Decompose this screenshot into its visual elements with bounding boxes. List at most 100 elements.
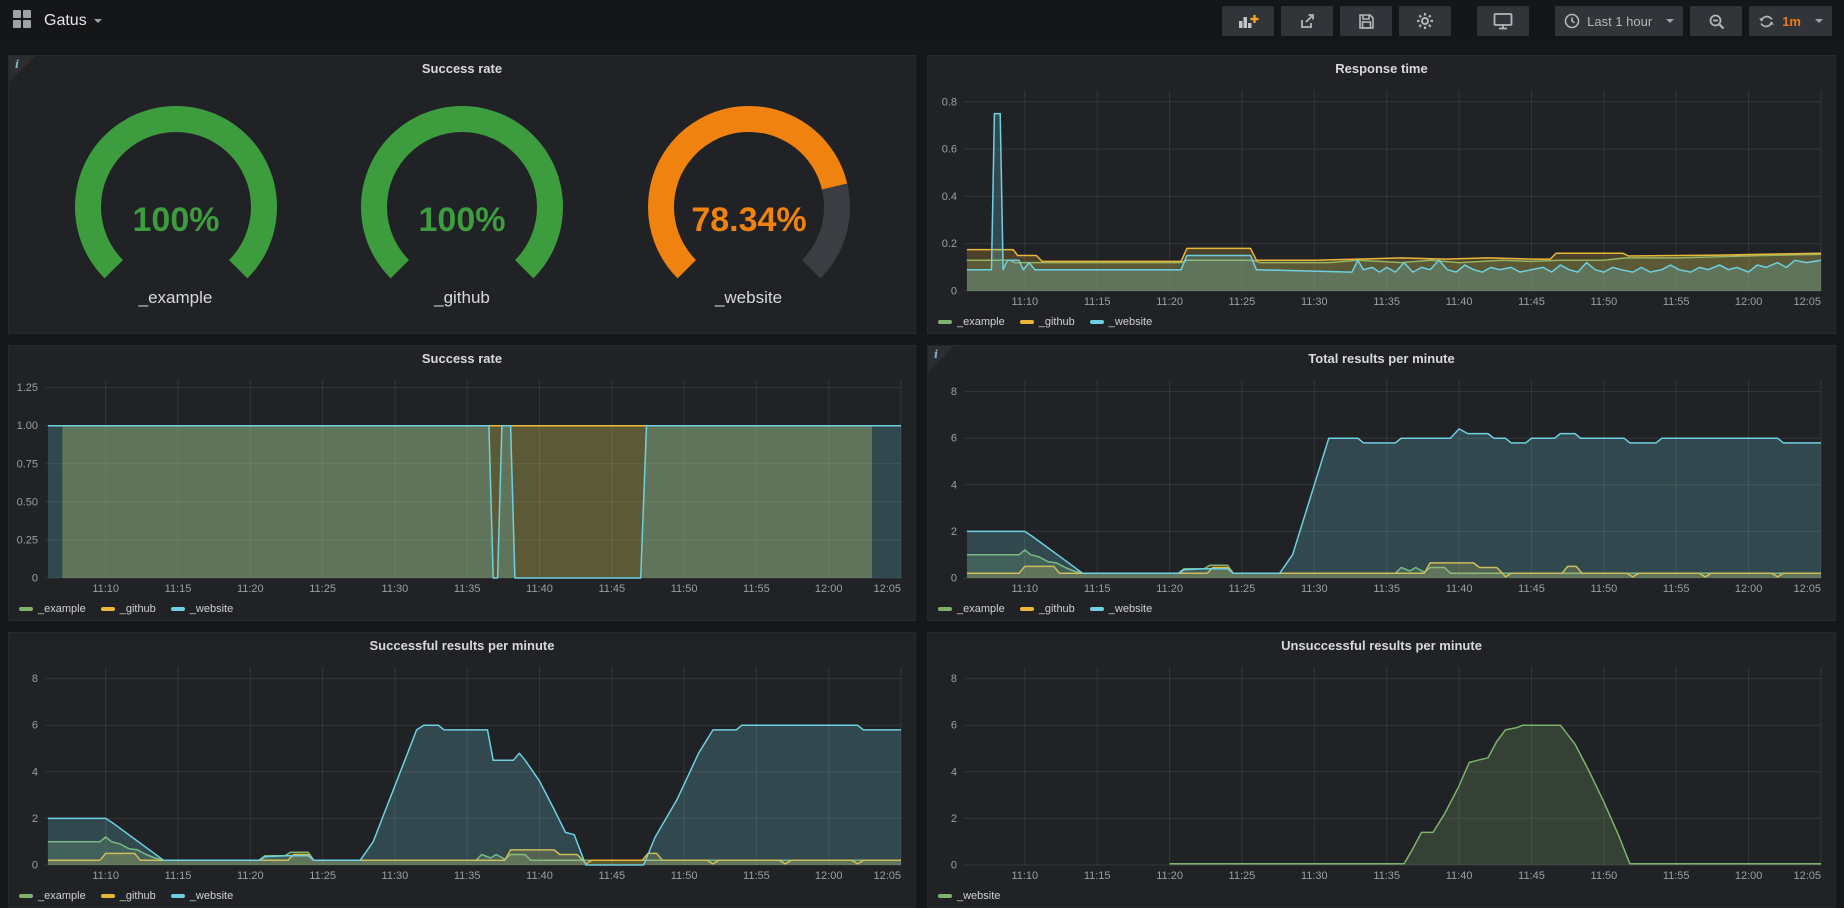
svg-text:11:30: 11:30 [382,583,409,595]
legend-label: _website [190,890,233,902]
panel-success-rate-gauges: i Success rate 100% _example 100% _githu… [8,55,916,334]
svg-text:11:15: 11:15 [165,583,192,595]
chart-canvas[interactable]: 0246811:1011:1511:2011:2511:3011:3511:40… [928,372,1835,598]
svg-text:11:30: 11:30 [382,870,409,882]
svg-text:11:45: 11:45 [598,583,625,595]
legend-item[interactable]: _example [19,603,86,615]
svg-text:11:15: 11:15 [1084,296,1111,308]
legend-item[interactable]: _github [101,603,156,615]
legend-item[interactable]: _github [1020,316,1075,328]
chart-canvas[interactable]: 00.250.500.751.001.2511:1011:1511:2011:2… [9,372,915,598]
legend-label: _website [957,890,1000,902]
refresh-interval-label: 1m [1782,14,1801,29]
successful-results-chart[interactable]: 0246811:1011:1511:2011:2511:3011:3511:40… [9,659,915,885]
legend-label: _example [38,890,86,902]
svg-text:11:40: 11:40 [526,583,553,595]
legend: _example _github _website [928,311,1835,333]
legend-swatch [1020,320,1034,324]
gauge-label: _example [139,288,213,308]
chevron-down-icon [94,19,102,23]
svg-text:0.25: 0.25 [17,534,38,546]
svg-text:0: 0 [951,860,957,872]
svg-text:100%: 100% [132,201,219,239]
monitor-icon [1493,12,1513,30]
legend: _website [928,885,1835,907]
legend-item[interactable]: _website [1090,316,1152,328]
svg-text:8: 8 [951,386,957,398]
svg-text:8: 8 [32,673,38,685]
svg-text:11:50: 11:50 [671,583,698,595]
svg-text:11:50: 11:50 [1591,583,1618,595]
success-rate-chart[interactable]: 00.250.500.751.001.2511:1011:1511:2011:2… [9,372,915,598]
legend: _example _github _website [9,885,915,907]
legend: _example _github _website [9,598,915,620]
svg-text:11:15: 11:15 [1084,583,1111,595]
unsuccessful-results-chart[interactable]: 0246811:1011:1511:2011:2511:3011:3511:40… [928,659,1835,885]
dashboards-grid-icon[interactable] [12,9,32,34]
legend-label: _example [957,603,1005,615]
settings-button[interactable] [1399,6,1451,36]
legend-item[interactable]: _example [938,603,1005,615]
legend-item[interactable]: _github [101,890,156,902]
svg-text:4: 4 [951,479,957,491]
panel-info-corner[interactable] [9,56,35,82]
svg-text:8: 8 [951,673,957,685]
legend-swatch [1090,607,1104,611]
svg-text:11:45: 11:45 [598,870,625,882]
svg-text:100%: 100% [419,201,506,239]
panel-title[interactable]: Successful results per minute [9,633,915,659]
svg-text:11:20: 11:20 [1156,296,1183,308]
add-panel-icon [1237,12,1259,30]
svg-text:0.50: 0.50 [17,496,38,508]
panel-successful-results: Successful results per minute 0246811:10… [8,632,916,908]
tv-mode-button[interactable] [1477,6,1529,36]
chart-canvas[interactable]: 0246811:1011:1511:2011:2511:3011:3511:40… [9,659,915,885]
dashboard-title-dropdown[interactable]: Gatus [44,12,102,30]
legend-swatch [19,607,33,611]
legend-item[interactable]: _website [938,890,1000,902]
svg-text:0: 0 [32,860,38,872]
gauge-arc: 100% [342,103,582,290]
share-button[interactable] [1281,6,1333,36]
panel-title[interactable]: Unsuccessful results per minute [928,633,1835,659]
svg-text:11:45: 11:45 [1518,870,1545,882]
svg-text:11:10: 11:10 [1011,583,1038,595]
svg-text:0.8: 0.8 [942,96,957,108]
svg-text:11:25: 11:25 [309,870,336,882]
save-button[interactable] [1340,6,1392,36]
legend-item[interactable]: _github [1020,603,1075,615]
panel-title[interactable]: Success rate [9,346,915,372]
panel-title[interactable]: Total results per minute [928,346,1835,372]
panel-title[interactable]: Success rate [9,56,915,82]
svg-text:11:35: 11:35 [1373,870,1400,882]
chart-canvas[interactable]: 00.20.40.60.811:1011:1511:2011:2511:3011… [928,82,1835,311]
legend-item[interactable]: _example [19,890,86,902]
svg-text:0.4: 0.4 [942,191,957,203]
svg-text:12:05: 12:05 [1793,296,1821,308]
add-panel-button[interactable] [1222,6,1274,36]
refresh-picker[interactable]: 1m [1749,6,1832,36]
time-range-picker[interactable]: Last 1 hour [1555,6,1683,36]
legend-item[interactable]: _website [1090,603,1152,615]
panel-info-corner[interactable] [928,346,954,372]
svg-text:11:25: 11:25 [1229,583,1256,595]
zoom-out-button[interactable] [1690,6,1742,36]
legend-item[interactable]: _example [938,316,1005,328]
svg-text:0: 0 [951,573,957,585]
svg-text:11:55: 11:55 [1663,583,1690,595]
chart-canvas[interactable]: 0246811:1011:1511:2011:2511:3011:3511:40… [928,659,1835,885]
svg-text:12:00: 12:00 [815,870,843,882]
clock-icon [1564,13,1580,29]
legend-swatch [1020,607,1034,611]
svg-text:11:45: 11:45 [1518,296,1545,308]
time-range-label: Last 1 hour [1587,14,1652,29]
legend-item[interactable]: _website [171,603,233,615]
legend-item[interactable]: _website [171,890,233,902]
total-results-chart[interactable]: 0246811:1011:1511:2011:2511:3011:3511:40… [928,372,1835,598]
response-time-chart[interactable]: 00.20.40.60.811:1011:1511:2011:2511:3011… [928,82,1835,311]
svg-text:11:10: 11:10 [1011,870,1038,882]
legend-label: _website [1109,603,1152,615]
svg-text:11:20: 11:20 [237,583,264,595]
legend-swatch [1090,320,1104,324]
panel-title[interactable]: Response time [928,56,1835,82]
